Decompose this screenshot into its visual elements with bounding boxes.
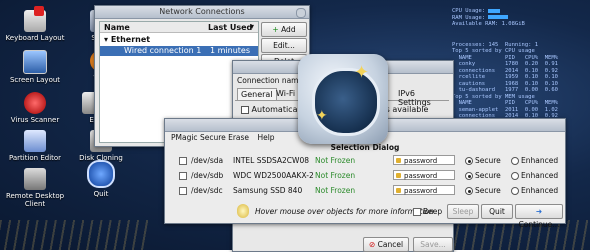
password-field[interactable]: password xyxy=(393,185,455,195)
lens-icon xyxy=(312,68,380,136)
secure-radio[interactable] xyxy=(465,172,473,180)
star-icon: ✦ xyxy=(354,62,370,83)
desktop-icon-screen-layout[interactable]: Screen Layout xyxy=(0,50,70,84)
dialog-title: Selection Dialog xyxy=(330,143,400,152)
tab-wifi[interactable]: Wi-Fi xyxy=(273,88,298,99)
menu-item-help[interactable]: Help xyxy=(257,133,274,142)
plus-icon: + xyxy=(272,25,282,34)
enhanced-radio[interactable] xyxy=(511,172,519,180)
drive-checkbox[interactable] xyxy=(179,157,187,165)
remote-desktop-icon xyxy=(24,168,46,190)
column-header-name[interactable]: Name xyxy=(104,23,130,32)
secure-radio[interactable] xyxy=(465,187,473,195)
add-button[interactable]: + Add xyxy=(261,22,307,37)
tab-general[interactable]: General xyxy=(237,88,277,100)
beep-checkbox[interactable] xyxy=(413,208,421,216)
window-titlebar[interactable]: Network Connections xyxy=(95,6,309,19)
drive-checkbox[interactable] xyxy=(179,187,187,195)
ram-usage-bar xyxy=(488,15,509,19)
close-icon[interactable] xyxy=(296,8,306,18)
desktop-icon-remote-desktop[interactable]: Remote Desktop Client xyxy=(0,168,70,208)
continue-button[interactable]: ➜ Continue... xyxy=(515,204,563,229)
enhanced-radio[interactable] xyxy=(511,157,519,165)
desktop-icon-keyboard-layout[interactable]: Keyboard Layout xyxy=(0,6,70,42)
edit-button[interactable]: Edit... xyxy=(261,38,307,53)
hint-text: Hover mouse over objects for more inform… xyxy=(255,207,434,216)
table-row[interactable]: /dev/sdb WDC WD2500AAKX-2 Not Frozen pas… xyxy=(175,168,558,183)
drive-checkbox[interactable] xyxy=(179,172,187,180)
sleep-button[interactable]: Sleep xyxy=(447,204,479,219)
monitor-icon xyxy=(23,50,47,74)
column-header-last-used[interactable]: Last Used xyxy=(208,23,252,32)
sort-down-icon: ▾ xyxy=(249,22,254,31)
desktop-ornament xyxy=(440,220,590,250)
menu-item-pmagic[interactable]: PMagic Secure Erase xyxy=(171,133,249,142)
table-row[interactable]: /dev/sda INTEL SSDSA2CW08 Not Frozen pas… xyxy=(175,153,558,168)
power-icon xyxy=(87,160,115,188)
table-row[interactable]: /dev/sdc Samsung SSD 840 Not Frozen pass… xyxy=(175,183,558,198)
keyboard-icon xyxy=(24,6,46,32)
cancel-icon: ⊘ xyxy=(368,240,378,249)
lock-icon xyxy=(396,188,401,193)
enhanced-radio[interactable] xyxy=(511,187,519,195)
lock-icon xyxy=(396,173,401,178)
pmagic-logo: ✦ ✦ xyxy=(298,54,388,144)
quit-button[interactable]: Quit xyxy=(481,204,513,219)
lightbulb-icon xyxy=(237,204,249,218)
menubar: PMagic Secure Erase Help xyxy=(171,133,275,142)
password-field[interactable]: password xyxy=(393,170,455,180)
connection-name-label: Connection name: xyxy=(237,76,306,85)
secure-radio[interactable] xyxy=(465,157,473,165)
pmagic-footer: Hover mouse over objects for more inform… xyxy=(165,201,565,229)
star-icon: ✦ xyxy=(316,108,328,124)
list-header: Name Last Used ▾ xyxy=(100,22,258,33)
partition-icon xyxy=(24,130,46,152)
desktop-icon-partition-editor[interactable]: Partition Editor xyxy=(0,130,70,162)
checkbox[interactable] xyxy=(241,105,249,114)
password-field[interactable]: password xyxy=(393,155,455,165)
desktop-icon-quit[interactable]: Quit xyxy=(66,160,136,198)
monitor-line: Available RAM: 1.08GiB xyxy=(452,21,525,27)
auto-connect-option[interactable]: Automatically xyxy=(241,105,307,114)
desktop-ornament xyxy=(0,220,150,250)
table-row[interactable]: Wired connection 1 1 minutes ago xyxy=(100,46,258,65)
desktop-background: Keyboard Layout Screen Layout Virus Scan… xyxy=(0,0,590,252)
arrow-right-icon: ➜ xyxy=(535,207,543,216)
cpu-usage-bar xyxy=(488,8,501,13)
group-ethernet[interactable]: ▾ Ethernet xyxy=(100,33,258,46)
mouse-cursor-icon xyxy=(202,100,210,109)
lock-icon xyxy=(396,158,401,163)
virus-scanner-icon xyxy=(24,92,46,114)
